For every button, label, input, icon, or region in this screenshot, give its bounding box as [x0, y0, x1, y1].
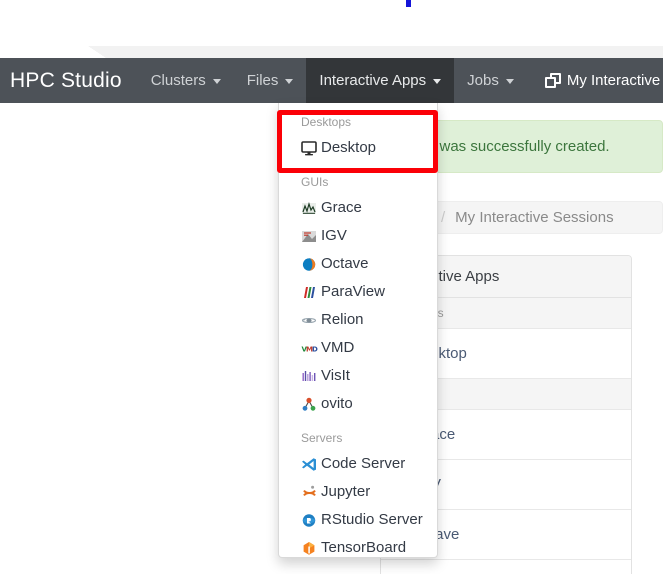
chevron-down-icon	[285, 79, 294, 84]
menu-item-rstudio-server[interactable]: RStudio Server	[279, 506, 437, 534]
menu-item-grace[interactable]: Grace	[279, 194, 437, 222]
nav-item-jobs[interactable]: Jobs	[454, 58, 527, 103]
dropdown-header-servers: Servers	[301, 431, 343, 445]
menu-item-label: RStudio Server	[321, 511, 423, 528]
menu-item-label: ovito	[321, 395, 353, 412]
windows-stack-icon	[544, 73, 561, 88]
menu-item-label: ParaView	[321, 283, 385, 300]
nav-item-clusters[interactable]: Clusters	[138, 58, 234, 103]
brand-logo[interactable]: HPC Studio	[0, 58, 138, 103]
menu-item-octave[interactable]: Octave	[279, 250, 437, 278]
success-alert: n was successfully created.	[408, 120, 663, 173]
code-server-icon	[302, 457, 316, 471]
grace-icon	[302, 201, 316, 214]
ovito-icon	[302, 397, 316, 411]
menu-item-label: TensorBoard	[321, 539, 407, 556]
menu-item-code-server[interactable]: Code Server	[279, 450, 437, 478]
monitor-icon	[301, 140, 317, 155]
interactive-apps-dropdown-menu[interactable]: Desktops Desktop GUIs Grace IGV Octave P…	[278, 103, 438, 558]
menu-item-label: Desktop	[321, 139, 377, 156]
menu-item-label: Jupyter	[321, 483, 371, 500]
nav-item-my-interactive-sessions[interactable]: My Interactive Sessions	[527, 58, 663, 103]
chevron-down-icon	[505, 79, 514, 84]
menu-item-igv[interactable]: IGV	[279, 222, 437, 250]
menu-item-label: Grace	[321, 199, 362, 216]
igv-icon	[302, 230, 316, 242]
menu-item-label: Octave	[321, 255, 369, 272]
menu-item-ovito[interactable]: ovito	[279, 390, 437, 418]
paraview-icon	[304, 286, 315, 298]
vmd-icon: V M D	[302, 345, 319, 353]
cursor-artifact-icon	[406, 0, 411, 7]
menu-item-tensorboard[interactable]: TensorBoard	[279, 534, 437, 562]
menu-item-label: Relion	[321, 311, 364, 328]
dropdown-header-desktops: Desktops	[301, 115, 352, 129]
menu-item-relion[interactable]: Relion	[279, 306, 437, 334]
svg-text:D: D	[312, 345, 318, 353]
breadcrumb-separator: /	[441, 209, 446, 226]
menu-item-label: VMD	[321, 339, 355, 356]
nav-item-label: My Interactive Sessions	[566, 72, 663, 89]
nav-item-label: Clusters	[150, 72, 206, 89]
nav-item-interactive-apps[interactable]: Interactive Apps	[306, 58, 455, 103]
screenshot-root: HPC Studio Clusters Files Interactive Ap…	[0, 0, 663, 574]
octave-icon	[301, 257, 316, 271]
menu-item-label: IGV	[321, 227, 347, 244]
top-navbar: HPC Studio Clusters Files Interactive Ap…	[0, 58, 663, 103]
menu-item-vmd[interactable]: V M D VMD	[279, 334, 437, 362]
relion-icon	[301, 317, 317, 323]
menu-item-desktop[interactable]: Desktop	[279, 134, 437, 162]
chevron-down-icon	[433, 79, 442, 84]
nav-item-files[interactable]: Files	[234, 58, 307, 103]
page-top-strip	[88, 46, 663, 58]
success-alert-text: n was successfully created.	[427, 138, 610, 155]
breadcrumb-current[interactable]: My Interactive Sessions	[455, 209, 613, 226]
nav-item-label: Interactive Apps	[319, 72, 427, 89]
rstudio-icon	[302, 513, 316, 527]
visit-icon	[302, 370, 316, 381]
jupyter-icon	[303, 485, 316, 496]
nav-item-label: Jobs	[467, 72, 499, 89]
list-item[interactable]: raView	[381, 560, 631, 574]
menu-divider	[279, 418, 437, 425]
nav-item-label: Files	[246, 72, 279, 89]
menu-item-jupyter[interactable]: Jupyter	[279, 478, 437, 506]
menu-item-label: VisIt	[321, 367, 350, 384]
menu-item-paraview[interactable]: ParaView	[279, 278, 437, 306]
breadcrumb: / My Interactive Sessions	[400, 201, 663, 234]
chevron-down-icon	[212, 79, 221, 84]
menu-divider	[279, 162, 437, 169]
tensorboard-icon	[303, 541, 315, 555]
menu-item-label: Code Server	[321, 455, 406, 472]
dropdown-header-guis: GUIs	[301, 175, 329, 189]
menu-item-visit[interactable]: VisIt	[279, 362, 437, 390]
